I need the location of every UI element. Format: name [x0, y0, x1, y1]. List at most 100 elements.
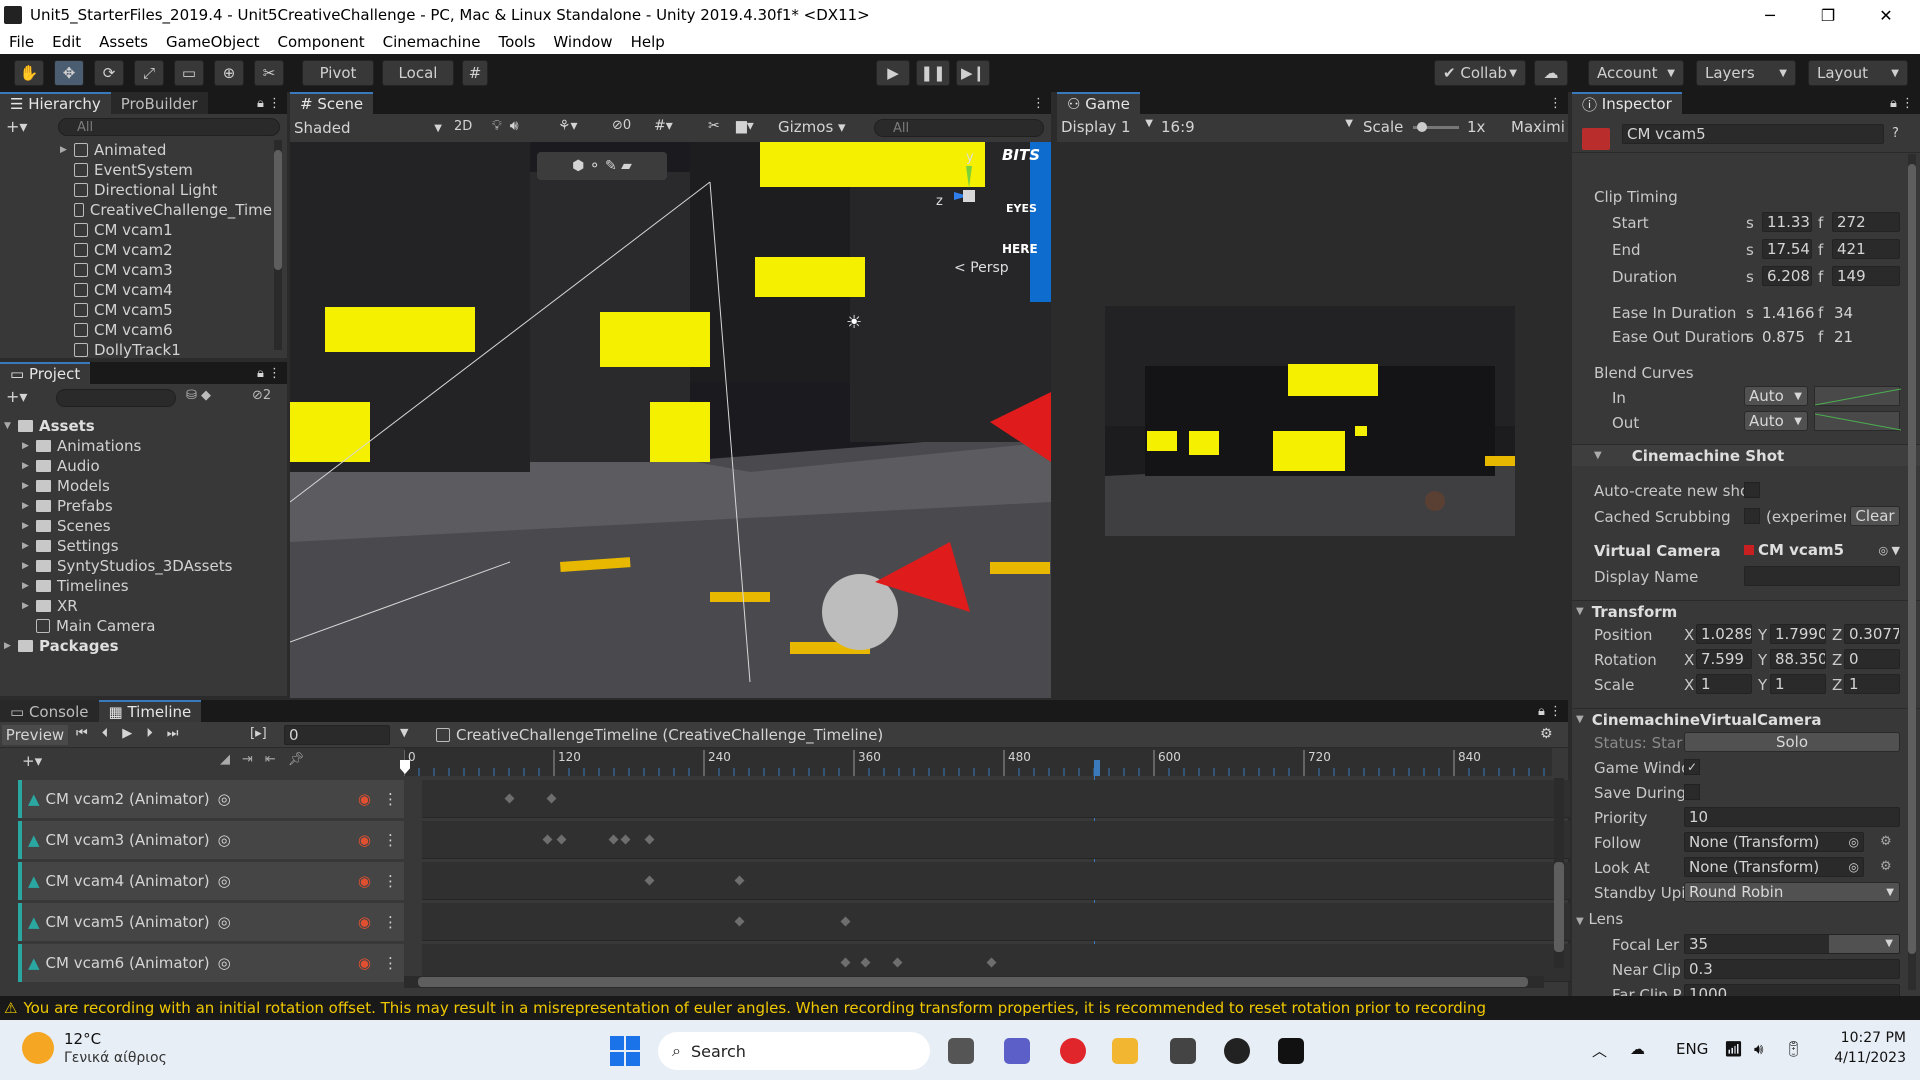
duration-frames-field[interactable]: 149 — [1832, 266, 1900, 286]
menu-cinemachine[interactable]: Cinemachine — [374, 33, 490, 51]
keyframe-diamond[interactable] — [892, 957, 903, 968]
hand-tool-icon[interactable]: ✋ — [14, 60, 44, 86]
rotate-tool-icon[interactable]: ⟳ — [94, 60, 124, 86]
lock-icon[interactable]: 🔒︎ ⋮ — [257, 366, 281, 381]
track-row[interactable]: ▲ CM vcam2 (Animator) ◎ ◉ ⋮ — [18, 780, 404, 818]
battery-icon[interactable]: 🔋︎ — [1784, 1040, 1803, 1058]
onedrive-icon[interactable]: ☁ — [1630, 1040, 1645, 1058]
object-name-field[interactable]: CM vcam5 — [1622, 124, 1884, 144]
timeline-asset-breadcrumb[interactable]: CreativeChallengeTimeline (CreativeChall… — [436, 726, 883, 744]
keyframe-diamond[interactable] — [734, 916, 745, 927]
hidden-count-icon[interactable]: ⊘2 — [252, 388, 271, 403]
list-item[interactable]: CM vcam3 — [0, 260, 272, 280]
lens-header[interactable]: ▼ Lens — [1576, 910, 1623, 928]
gizmos-dropdown[interactable]: Gizmos ▾ — [778, 118, 846, 136]
cinemachine-shot-header[interactable]: ▼ Cinemachine Shot — [1572, 444, 1920, 466]
list-item[interactable]: ▶ Scenes — [0, 516, 287, 536]
list-item[interactable]: ▶ Timelines — [0, 576, 287, 596]
track-tools-icon[interactable]: ◢⇥⇤📌︎ — [220, 752, 316, 767]
record-icon[interactable]: ◉ — [358, 831, 371, 849]
unity-editor-icon[interactable] — [1278, 1038, 1304, 1064]
tray-chevron-icon[interactable]: ︿ — [1592, 1040, 1607, 1061]
tab-project[interactable]: ▭ Project — [0, 362, 91, 384]
inspector-scrollbar[interactable] — [1908, 154, 1916, 990]
gear-icon[interactable]: ⚙ — [1880, 834, 1892, 849]
close-button[interactable]: ✕ — [1858, 0, 1914, 30]
ease-out-frames[interactable]: 21 — [1834, 328, 1853, 346]
clock-time[interactable]: 10:27 PM — [1826, 1030, 1906, 1046]
camera-settings-icon[interactable]: ▆▾ — [736, 118, 754, 134]
timeline-settings-icon[interactable]: ⚙ — [1540, 726, 1553, 742]
near-clip-field[interactable]: 0.3 — [1684, 959, 1900, 979]
cached-scrubbing-checkbox[interactable] — [1744, 508, 1760, 524]
focal-length-field[interactable]: 35 ▼ — [1684, 934, 1900, 954]
follow-field[interactable]: None (Transform) ◎ — [1684, 832, 1864, 852]
end-seconds-field[interactable]: 17.541 — [1762, 239, 1812, 259]
rot-y-field[interactable]: 88.350 — [1770, 649, 1826, 669]
ease-in-frames[interactable]: 34 — [1834, 304, 1853, 322]
track-menu-icon[interactable]: ⋮ — [383, 954, 398, 972]
tab-game[interactable]: ⚇ Game — [1057, 92, 1140, 114]
scl-z-field[interactable]: 1 — [1844, 674, 1900, 694]
playback-controls[interactable]: ⏮⏴▶⏵⏭ — [76, 726, 192, 741]
target-icon[interactable]: ◎ — [218, 954, 231, 972]
list-item[interactable]: ▶ XR — [0, 596, 287, 616]
task-view-icon[interactable] — [948, 1038, 974, 1064]
track-menu-icon[interactable]: ⋮ — [383, 790, 398, 808]
keyframe-diamond[interactable] — [542, 834, 553, 845]
scene-viewport[interactable]: ⬢ ⚬ ✎ ▰ y z < Persp BITS EYES HERE ☀ — [290, 142, 1051, 698]
list-item[interactable]: CM vcam2 — [0, 240, 272, 260]
grid-snap-icon[interactable]: # — [462, 60, 488, 86]
hierarchy-scrollbar[interactable] — [274, 140, 282, 350]
list-item[interactable]: DollyTrack1 — [0, 340, 272, 360]
collab-dropdown[interactable]: ✔ Collab ▼ — [1434, 60, 1526, 86]
rot-x-field[interactable]: 7.599 — [1696, 649, 1752, 669]
lighting-icon[interactable]: 💡︎🔊︎ — [492, 118, 527, 134]
keyframe-diamond[interactable] — [644, 875, 655, 886]
auto-create-checkbox[interactable] — [1744, 482, 1760, 498]
record-icon[interactable]: ◉ — [358, 790, 371, 808]
help-icon[interactable]: ? — [1892, 126, 1899, 141]
keyframe-diamond[interactable] — [860, 957, 871, 968]
list-item[interactable]: CreativeChallenge_Time — [0, 200, 272, 220]
menu-component[interactable]: Component — [269, 33, 374, 51]
alien-app-icon[interactable] — [1224, 1038, 1250, 1064]
menu-gameobject[interactable]: GameObject — [157, 33, 269, 51]
track-keyframes[interactable] — [422, 821, 1570, 859]
keyframe-diamond[interactable] — [608, 834, 619, 845]
rot-z-field[interactable]: 0 — [1844, 649, 1900, 669]
layers-dropdown[interactable]: Layers ▼ — [1696, 60, 1796, 86]
game-window-checkbox[interactable]: ✓ — [1684, 759, 1700, 775]
project-search-input[interactable] — [56, 389, 176, 407]
save-during-checkbox[interactable] — [1684, 784, 1700, 800]
lock-icon[interactable]: 🔒︎ ⋮ — [257, 96, 281, 111]
list-item[interactable]: ▶ Packages — [0, 636, 287, 656]
record-icon[interactable]: ◉ — [358, 913, 371, 931]
loop-icon[interactable]: [▸] — [250, 726, 267, 741]
local-toggle[interactable]: Local — [382, 60, 454, 86]
grid-icon[interactable]: #▾ — [654, 118, 673, 134]
add-track-icon[interactable]: +▾ — [22, 752, 42, 770]
track-keyframes[interactable] — [422, 903, 1570, 941]
timeline-vscroll[interactable] — [1554, 778, 1564, 968]
display-dropdown[interactable]: Display 1 ▼ — [1061, 118, 1153, 136]
timeline-hscroll[interactable] — [404, 976, 1544, 988]
record-icon[interactable]: ◉ — [358, 872, 371, 890]
keyframe-diamond[interactable] — [620, 834, 631, 845]
list-item[interactable]: ▶ Audio — [0, 456, 287, 476]
cinemachine-vcam-header[interactable]: ▼ CinemachineVirtualCamera — [1572, 708, 1920, 730]
list-item[interactable]: CM vcam4 — [0, 280, 272, 300]
list-item[interactable]: ▶ Settings — [0, 536, 287, 556]
taskbar-search[interactable]: ⌕ Search — [658, 1032, 930, 1070]
track-row[interactable]: ▲ CM vcam4 (Animator) ◎ ◉ ⋮ — [18, 862, 404, 900]
pos-x-field[interactable]: 1.0289 — [1696, 624, 1752, 644]
keyframe-diamond[interactable] — [644, 834, 655, 845]
preview-button[interactable]: Preview — [2, 725, 68, 745]
end-frames-field[interactable]: 421 — [1832, 239, 1900, 259]
track-keyframes[interactable] — [422, 780, 1570, 818]
far-clip-field[interactable]: 1000 — [1684, 984, 1900, 996]
list-item[interactable]: ▶ Prefabs — [0, 496, 287, 516]
persp-label[interactable]: < Persp — [954, 260, 1009, 276]
transform-tool-icon[interactable]: ⊕ — [214, 60, 244, 86]
cloud-icon[interactable]: ☁ — [1534, 60, 1568, 86]
